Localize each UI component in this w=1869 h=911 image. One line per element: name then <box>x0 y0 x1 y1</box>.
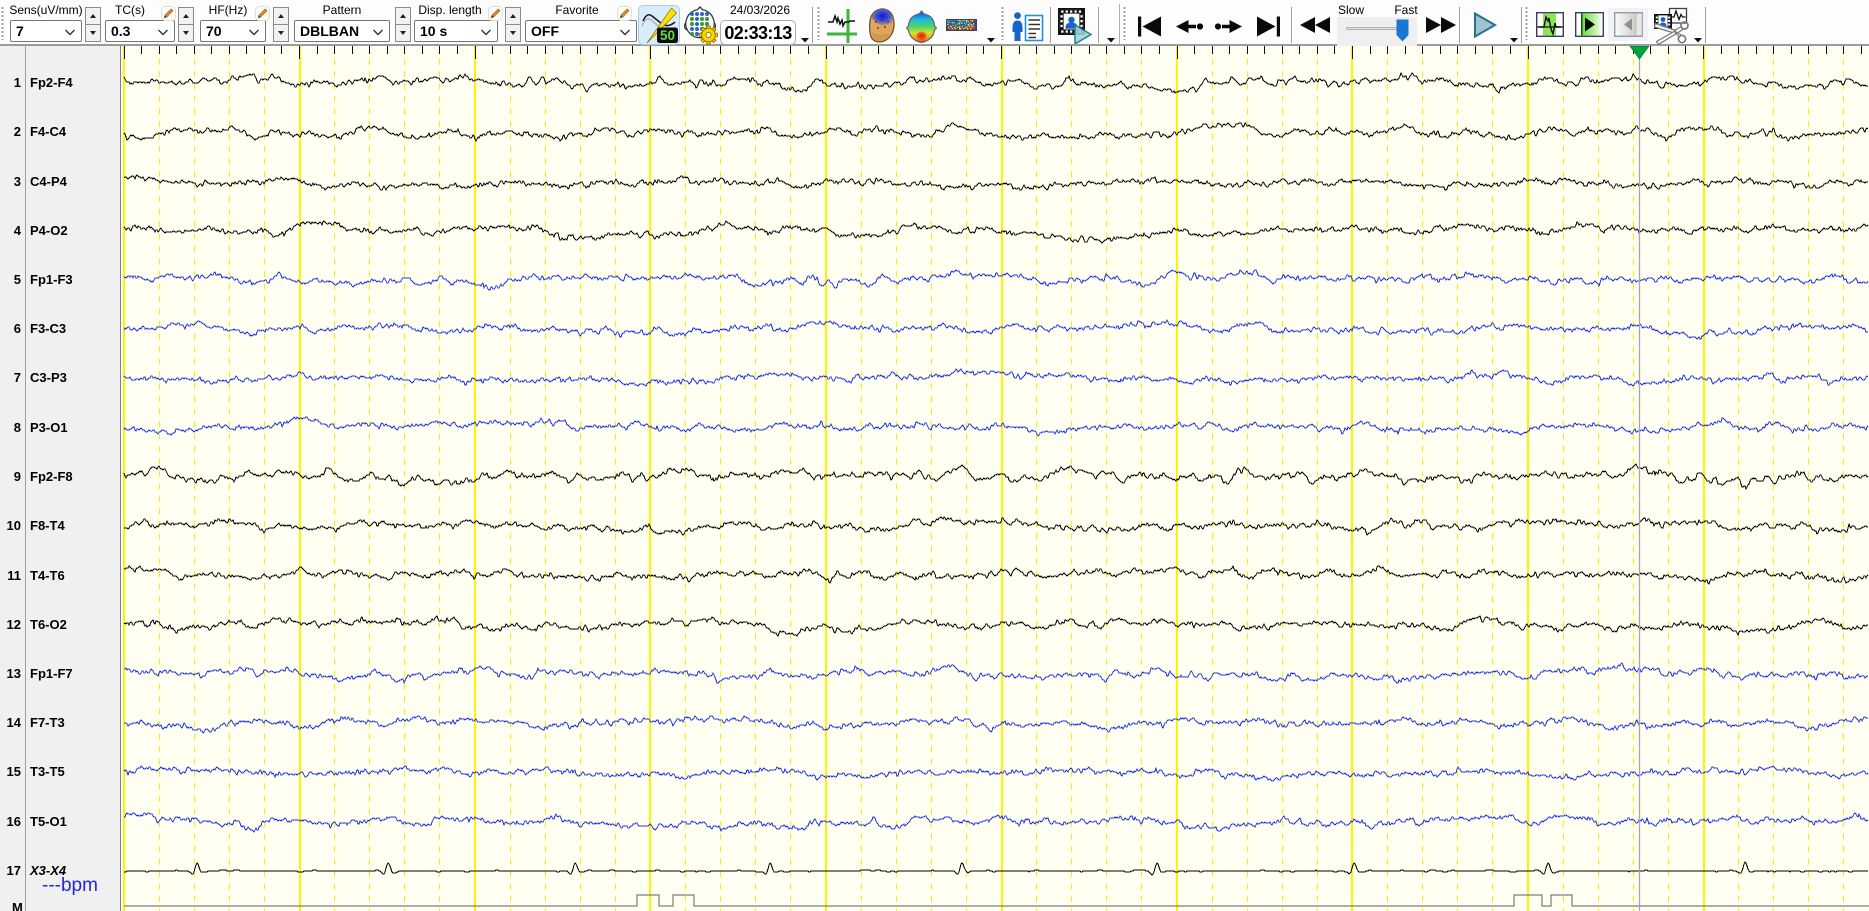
svg-text:50: 50 <box>660 28 675 43</box>
